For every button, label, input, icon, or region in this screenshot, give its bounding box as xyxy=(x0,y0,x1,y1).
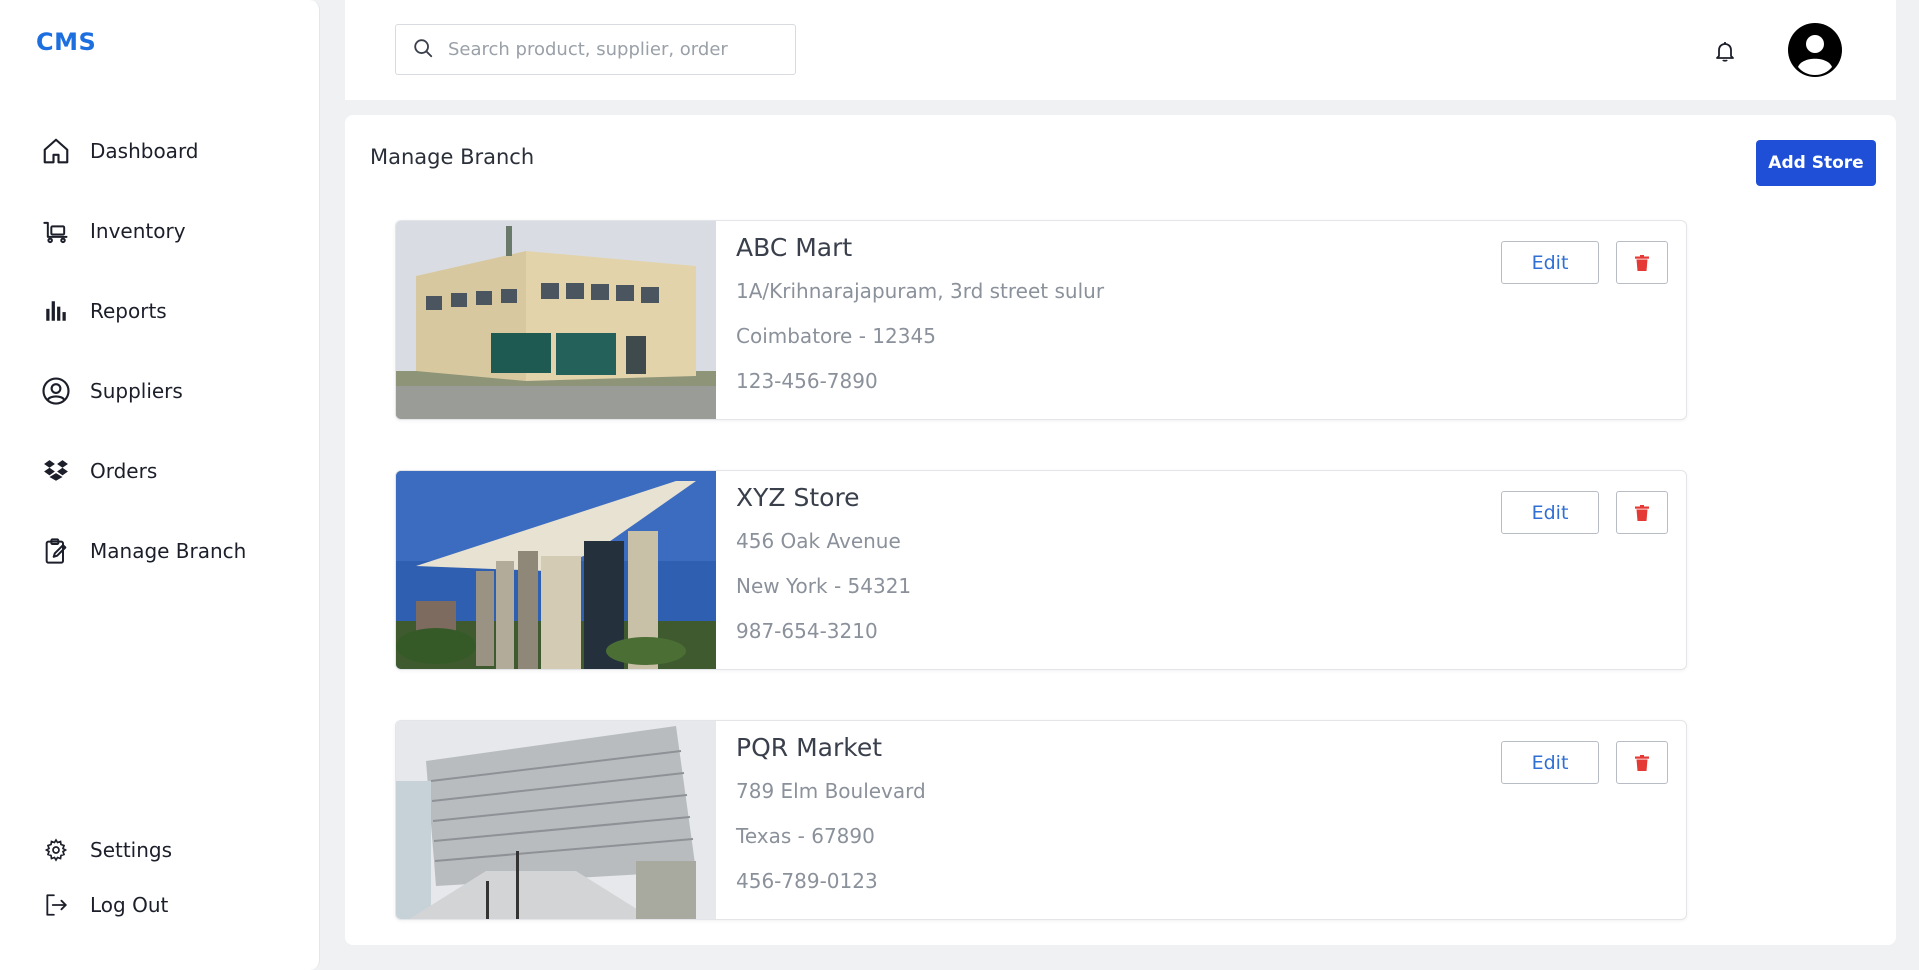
logout-icon xyxy=(40,889,72,921)
store-phone: 123-456-7890 xyxy=(736,369,878,393)
app-logo[interactable]: CMS xyxy=(36,28,96,56)
store-city: New York - 54321 xyxy=(736,574,912,598)
sidebar-item-label: Orders xyxy=(90,459,158,483)
store-city: Coimbatore - 12345 xyxy=(736,324,936,348)
sidebar-item-label: Settings xyxy=(90,838,173,862)
store-image xyxy=(396,471,716,669)
store-address: 456 Oak Avenue xyxy=(736,529,901,553)
main-panel: Manage Branch Add Store ABC Mart 1A/Krih… xyxy=(345,115,1896,945)
sidebar-item-label: Dashboard xyxy=(90,139,199,163)
top-bar xyxy=(345,0,1896,100)
store-city: Texas - 67890 xyxy=(736,824,875,848)
search-box[interactable] xyxy=(395,24,796,75)
bell-icon[interactable] xyxy=(1711,36,1739,66)
sidebar-item-inventory[interactable]: Inventory xyxy=(40,211,186,251)
inventory-icon xyxy=(40,215,72,247)
store-card: ABC Mart 1A/Krihnarajapuram, 3rd street … xyxy=(395,220,1687,420)
sidebar: CMS Dashboard Inventory Reports Supplier… xyxy=(0,0,320,970)
sidebar-item-settings[interactable]: Settings xyxy=(40,830,172,870)
add-store-button[interactable]: Add Store xyxy=(1756,140,1876,186)
store-name: PQR Market xyxy=(736,733,883,762)
trash-icon xyxy=(1635,254,1649,271)
store-phone: 456-789-0123 xyxy=(736,869,878,893)
dropbox-icon xyxy=(40,455,72,487)
sidebar-item-label: Log Out xyxy=(90,893,169,917)
sidebar-item-label: Inventory xyxy=(90,219,186,243)
avatar[interactable] xyxy=(1788,23,1842,77)
sidebar-item-label: Suppliers xyxy=(90,379,183,403)
search-input[interactable] xyxy=(448,39,768,60)
sidebar-item-label: Manage Branch xyxy=(90,539,247,563)
store-card: XYZ Store 456 Oak Avenue New York - 5432… xyxy=(395,470,1687,670)
bar-chart-icon xyxy=(40,295,72,327)
user-circle-icon xyxy=(40,375,72,407)
edit-button[interactable]: Edit xyxy=(1501,241,1599,284)
delete-button[interactable] xyxy=(1616,741,1668,784)
edit-button[interactable]: Edit xyxy=(1501,741,1599,784)
delete-button[interactable] xyxy=(1616,491,1668,534)
delete-button[interactable] xyxy=(1616,241,1668,284)
home-icon xyxy=(40,135,72,167)
store-phone: 987-654-3210 xyxy=(736,619,878,643)
store-image xyxy=(396,221,716,419)
store-card: PQR Market 789 Elm Boulevard Texas - 678… xyxy=(395,720,1687,920)
page-title: Manage Branch xyxy=(370,145,535,169)
sidebar-item-logout[interactable]: Log Out xyxy=(40,885,168,925)
edit-button[interactable]: Edit xyxy=(1501,491,1599,534)
sidebar-item-label: Reports xyxy=(90,299,167,323)
store-address: 1A/Krihnarajapuram, 3rd street sulur xyxy=(736,279,1105,303)
trash-icon xyxy=(1635,504,1649,521)
clipboard-edit-icon xyxy=(40,535,72,567)
store-address: 789 Elm Boulevard xyxy=(736,779,926,803)
store-name: XYZ Store xyxy=(736,483,860,512)
sidebar-item-manage-branch[interactable]: Manage Branch xyxy=(40,531,246,571)
sidebar-item-dashboard[interactable]: Dashboard xyxy=(40,131,199,171)
sidebar-item-suppliers[interactable]: Suppliers xyxy=(40,371,183,411)
store-name: ABC Mart xyxy=(736,233,853,262)
trash-icon xyxy=(1635,754,1649,771)
search-icon xyxy=(412,37,434,63)
store-image xyxy=(396,721,716,919)
sidebar-item-reports[interactable]: Reports xyxy=(40,291,167,331)
gear-icon xyxy=(40,834,72,866)
sidebar-item-orders[interactable]: Orders xyxy=(40,451,157,491)
